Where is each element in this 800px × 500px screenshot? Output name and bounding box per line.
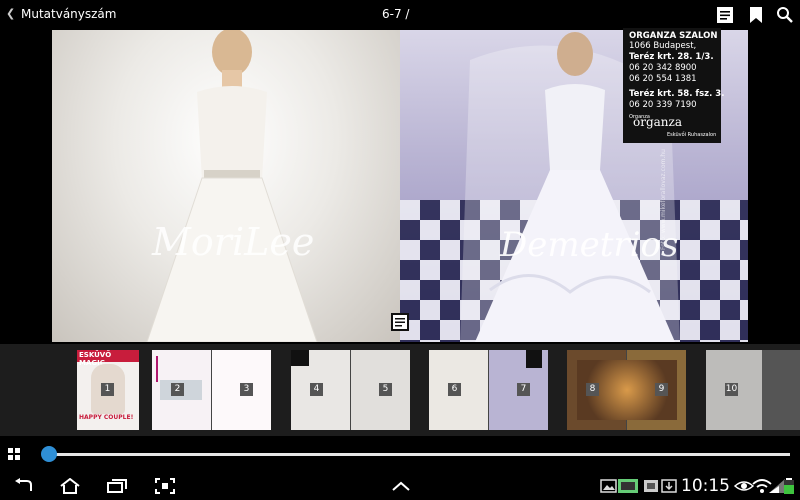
app-notification-icon	[618, 479, 638, 493]
ad-phone-1: 06 20 342 8900	[629, 63, 697, 73]
screenshot-icon[interactable]	[154, 478, 176, 494]
top-app-bar: ❮ Mutatványszám 6-7 /	[0, 0, 800, 30]
advert-box[interactable]: ORGANZA SZALON 1066 Budapest, Teréz krt.…	[623, 28, 725, 143]
battery-icon	[784, 478, 794, 494]
thumbnail-strip[interactable]: ESKÜVŐ MAGIC HAPPY COUPLE! 1 2 3 4 5 6 7…	[0, 344, 800, 436]
status-clock: 10:15	[681, 476, 730, 496]
thumbnail-pages-8-9[interactable]: 8 9	[567, 350, 686, 430]
page-number: 10	[725, 383, 738, 396]
page-indicator: 6-7 /	[382, 7, 410, 21]
page-slider-track[interactable]	[42, 453, 790, 456]
page-number: 3	[240, 383, 253, 396]
page-number: 5	[379, 383, 392, 396]
page-number: 1	[101, 383, 114, 396]
page-number: 6	[448, 383, 461, 396]
thumbnail-pages-6-7[interactable]: 6 7	[429, 350, 548, 430]
cover-tag: HAPPY COUPLE!	[79, 414, 134, 421]
ad-logo-main: organza	[633, 115, 683, 129]
page-number: 9	[655, 383, 668, 396]
page-number: 2	[171, 383, 184, 396]
ad-address-1: Teréz krt. 28. 1/3.	[629, 52, 714, 62]
grid-view-icon[interactable]	[8, 448, 20, 460]
app-title[interactable]: Mutatványszám	[21, 7, 116, 21]
thumbnail-page-1[interactable]: ESKÜVŐ MAGIC HAPPY COUPLE! 1	[77, 350, 139, 430]
back-chevron-icon[interactable]: ❮	[6, 7, 15, 20]
page-notes-icon[interactable]	[391, 313, 409, 331]
home-icon[interactable]	[59, 478, 81, 494]
ad-phone-2: 06 20 554 1381	[629, 74, 697, 84]
thumbnail-page-10[interactable]: 10	[706, 350, 800, 430]
ad-phone-3: 06 20 339 7190	[629, 100, 697, 110]
back-icon[interactable]	[13, 478, 35, 494]
ad-name: ORGANZA SZALON	[629, 31, 718, 41]
chevron-up-icon[interactable]	[390, 478, 412, 494]
ad-city: 1066 Budapest,	[629, 41, 697, 51]
bookmark-icon[interactable]	[747, 6, 765, 24]
ad-logo-subtitle: Esküvői Ruhaszalon	[667, 132, 717, 138]
page-number: 7	[517, 383, 530, 396]
recent-apps-icon[interactable]	[106, 478, 128, 494]
bride-figure-left	[146, 30, 318, 342]
thumbnail-pages-4-5[interactable]: 4 5	[291, 350, 410, 430]
thumbnail-pages-2-3[interactable]: 2 3	[152, 350, 271, 430]
page-left[interactable]: MoriLee	[52, 30, 400, 342]
ad-address-2: Teréz krt. 58. fsz. 3.	[629, 89, 725, 99]
download-notification-icon	[661, 479, 677, 493]
brand-script-left: MoriLee	[152, 220, 315, 264]
brand-script-right: Demetrios	[500, 225, 679, 265]
page-number: 8	[586, 383, 599, 396]
photo-credit: Fotó: www.mikeforallovaz.com.hu	[660, 149, 667, 250]
search-icon[interactable]	[776, 6, 794, 24]
notes-icon[interactable]	[716, 6, 734, 24]
page-number: 4	[310, 383, 323, 396]
